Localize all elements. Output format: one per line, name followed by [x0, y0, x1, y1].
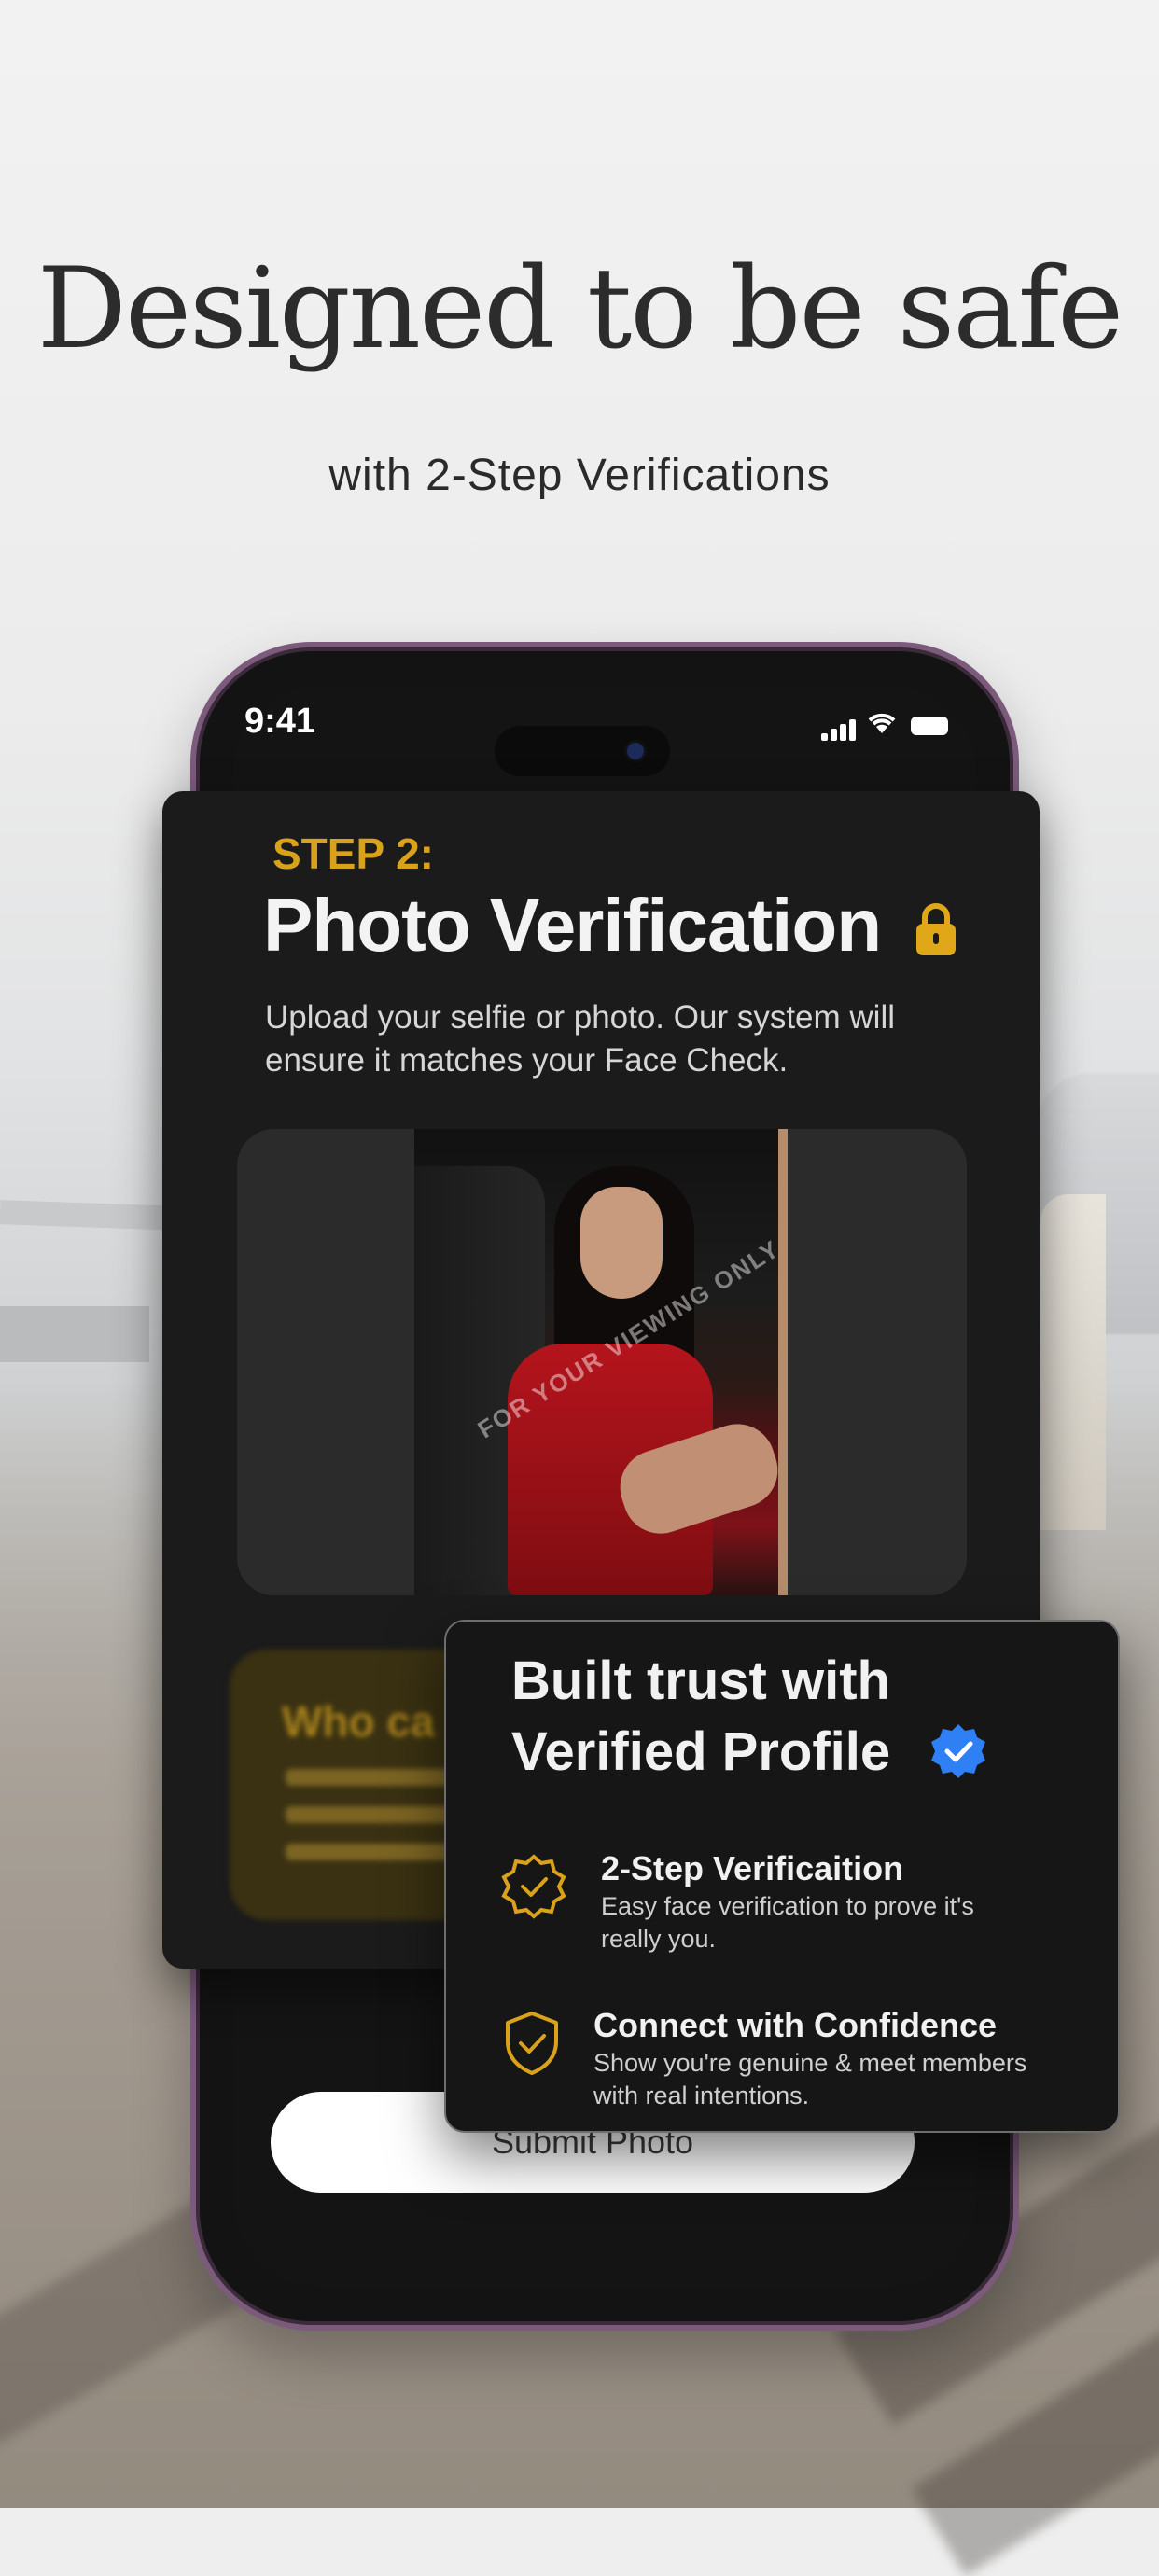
wifi-icon — [866, 709, 898, 743]
feature-desc: really you. — [601, 1925, 717, 1953]
verified-badge-icon — [931, 1724, 985, 1778]
feature-desc: with real intentions. — [593, 2082, 810, 2110]
headline: Designed to be safe — [36, 244, 1124, 374]
camera-icon — [627, 743, 644, 759]
subheadline: with 2-Step Verifications — [328, 451, 831, 500]
uploaded-photo-frame[interactable]: FOR YOUR VIEWING ONLY — [237, 1129, 967, 1595]
background-building — [0, 1306, 149, 1362]
shield-check-icon — [506, 2012, 558, 2075]
feature-title: 2-Step Verificaition — [601, 1849, 904, 1887]
trust-title-line2: Verified Profile — [511, 1721, 891, 1782]
photo-edge — [778, 1129, 788, 1595]
trust-title-line1: Built trust with — [511, 1650, 890, 1711]
verified-profile-card: Built trust with Verified Profile 2-Step… — [444, 1620, 1120, 2133]
feature-desc: Show you're genuine & meet members — [593, 2049, 1027, 2077]
background-person — [1040, 1194, 1106, 1530]
uploaded-photo: FOR YOUR VIEWING ONLY — [414, 1129, 788, 1595]
card-title: Photo Verification — [263, 884, 882, 967]
status-icons — [821, 709, 961, 746]
badge-check-icon — [501, 1854, 566, 1919]
status-time: 9:41 — [244, 702, 316, 741]
feature-title: Connect with Confidence — [593, 2006, 997, 2044]
feature-desc: Easy face verification to prove it's — [601, 1892, 974, 1920]
lock-icon — [916, 903, 956, 955]
photo-face — [580, 1187, 663, 1299]
battery-icon — [911, 717, 948, 735]
blurred-info-title: Who ca — [282, 1697, 435, 1746]
step-label: STEP 2: — [272, 829, 434, 878]
card-description: Upload your selfie or photo. Our system … — [265, 999, 895, 1079]
